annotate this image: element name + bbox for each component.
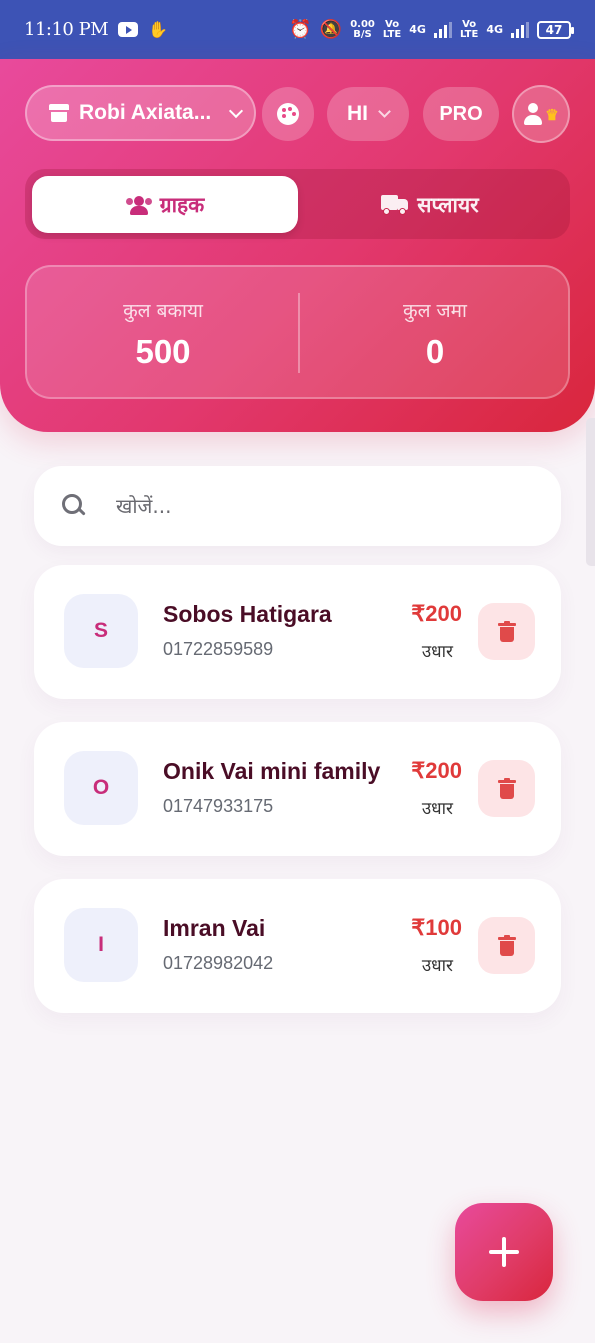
signal-icon <box>433 21 452 38</box>
customer-name: Onik Vai mini family <box>163 758 381 784</box>
add-customer-button[interactable] <box>455 1203 553 1301</box>
sim1-volte-bottom: LTE <box>382 28 402 40</box>
shop-name: Robi Axiata... <box>79 101 212 124</box>
store-icon <box>49 104 69 122</box>
customer-avatar: I <box>64 908 138 982</box>
shop-selector-button[interactable]: Robi Axiata... <box>25 85 256 141</box>
plus-icon <box>489 1237 519 1267</box>
customer-amount: ₹100 <box>411 915 462 940</box>
customer-avatar: O <box>64 751 138 825</box>
status-time: 11:10 PM <box>24 19 109 40</box>
sim1-network: 4G <box>409 23 426 36</box>
customer-avatar: S <box>64 594 138 668</box>
language-label: HI <box>347 102 368 125</box>
search-icon <box>62 494 86 518</box>
total-deposit-value: 0 <box>425 333 445 370</box>
pro-button[interactable]: PRO <box>423 87 499 141</box>
delete-button[interactable] <box>478 917 535 974</box>
customer-card[interactable]: I Imran Vai 01728982042 ₹100 उधार <box>34 879 561 1013</box>
tab-customers[interactable]: ग्राहक <box>32 176 298 233</box>
youtube-icon <box>118 22 139 37</box>
search-input[interactable] <box>116 494 516 518</box>
customer-card[interactable]: O Onik Vai mini family 01747933175 ₹200 … <box>34 722 561 856</box>
pro-label: PRO <box>439 102 483 125</box>
total-due: कुल बकाया 500 <box>27 267 299 397</box>
total-due-label: कुल बकाया <box>123 300 203 322</box>
customer-amount: ₹200 <box>411 601 462 626</box>
customer-status: उधार <box>421 799 453 819</box>
net-speed-value: 0.00 <box>350 18 375 30</box>
truck-icon <box>381 194 409 215</box>
trash-icon <box>497 621 516 642</box>
delete-button[interactable] <box>478 603 535 660</box>
sim1-volte: Vo LTE <box>382 18 402 40</box>
edge-panel-handle[interactable] <box>586 418 595 566</box>
chevron-down-icon <box>229 103 244 118</box>
customer-status: उधार <box>421 956 453 976</box>
status-bar: 11:10 PM ✋ ⏰ 🔕 0.00 B/S Vo LTE 4G Vo LTE… <box>0 0 595 59</box>
sim2-network: 4G <box>486 23 503 36</box>
trash-icon <box>497 778 516 799</box>
customer-name: Sobos Hatigara <box>163 601 332 627</box>
hand-icon: ✋ <box>148 20 169 39</box>
customer-card[interactable]: S Sobos Hatigara 01722859589 ₹200 उधार <box>34 565 561 699</box>
tab-customers-label: ग्राहक <box>159 192 205 217</box>
total-due-value: 500 <box>135 333 191 370</box>
total-deposit: कुल जमा 0 <box>299 267 571 397</box>
profile-button[interactable]: ♛ <box>512 85 570 143</box>
net-speed-unit: B/S <box>353 28 372 40</box>
customer-amount: ₹200 <box>411 758 462 783</box>
header: Robi Axiata... HI PRO ♛ ग्राहक सप्लायर क… <box>0 59 595 432</box>
sim2-volte: Vo LTE <box>459 18 479 40</box>
trash-icon <box>497 935 516 956</box>
net-speed: 0.00 B/S <box>350 18 375 40</box>
customer-phone: 01728982042 <box>163 953 274 973</box>
tab-suppliers[interactable]: सप्लायर <box>297 176 563 233</box>
tab-suppliers-label: सप्लायर <box>417 192 479 217</box>
alarm-icon: ⏰ <box>289 19 312 40</box>
total-deposit-label: कुल जमा <box>403 300 467 322</box>
sim2-volte-top: Vo <box>462 18 477 30</box>
users-icon <box>125 195 152 215</box>
signal-icon <box>511 21 529 38</box>
battery-icon: 47 <box>537 20 574 39</box>
theme-button[interactable] <box>262 87 314 141</box>
user-icon <box>523 103 543 125</box>
palette-icon <box>277 103 299 125</box>
sim2-volte-bottom: LTE <box>459 28 479 40</box>
customer-phone: 01722859589 <box>163 639 274 659</box>
language-selector-button[interactable]: HI <box>327 87 409 141</box>
chevron-down-icon <box>378 105 391 118</box>
balance-summary: कुल बकाया 500 कुल जमा 0 <box>25 265 570 399</box>
customer-status: उधार <box>421 642 453 662</box>
customer-phone: 01747933175 <box>163 796 274 816</box>
search-bar[interactable] <box>34 466 561 546</box>
mute-icon: 🔕 <box>319 19 343 40</box>
customer-name: Imran Vai <box>163 915 266 941</box>
crown-icon: ♛ <box>545 107 559 124</box>
sim1-volte-top: Vo <box>385 18 400 30</box>
delete-button[interactable] <box>478 760 535 817</box>
party-tabs: ग्राहक सप्लायर <box>25 169 570 239</box>
